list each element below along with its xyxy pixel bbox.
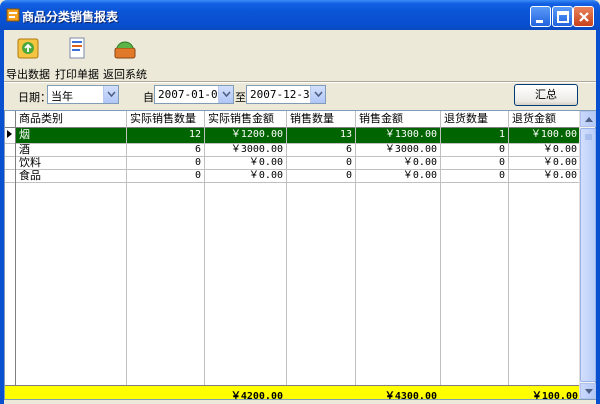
from-label: 自 bbox=[143, 91, 154, 104]
start-date-value: 2007-01-01 bbox=[158, 88, 225, 101]
period-value: 当年 bbox=[51, 90, 73, 103]
arrow-up-icon bbox=[585, 117, 593, 122]
print-label: 打印单据 bbox=[55, 68, 99, 81]
total-actual-amount: ￥4200.00 bbox=[230, 391, 283, 402]
close-button[interactable] bbox=[573, 6, 594, 27]
grip-icon bbox=[585, 134, 592, 140]
arrow-down-icon bbox=[585, 389, 593, 394]
return-system-button[interactable]: 返回系统 bbox=[103, 36, 147, 82]
window-title: 商品分类销售报表 bbox=[22, 10, 119, 24]
start-date-dropdown-button[interactable] bbox=[218, 86, 233, 103]
start-date-picker[interactable]: 2007-01-01 bbox=[154, 85, 234, 104]
scroll-thumb[interactable] bbox=[580, 128, 596, 382]
chevron-down-icon bbox=[107, 91, 116, 97]
print-document-button[interactable]: 打印单据 bbox=[54, 36, 100, 82]
window-frame-right bbox=[596, 30, 600, 404]
export-icon bbox=[17, 38, 39, 59]
minimize-icon bbox=[536, 20, 543, 23]
report-grid[interactable]: 商品类别 实际销售数量 实际销售金额 销售数量 销售金额 退货数量 退货金额 烟… bbox=[4, 110, 596, 402]
scroll-up-button[interactable] bbox=[580, 111, 596, 127]
print-icon bbox=[69, 37, 85, 59]
grid-lines bbox=[15, 111, 581, 385]
chevron-down-icon bbox=[314, 91, 323, 97]
toolbar-divider bbox=[4, 81, 596, 83]
vertical-scrollbar[interactable] bbox=[579, 111, 596, 399]
close-icon bbox=[579, 12, 589, 22]
toolbar: 导出数据 打印单据 返回系统 bbox=[4, 34, 596, 82]
export-label: 导出数据 bbox=[6, 68, 50, 81]
maximize-button[interactable] bbox=[552, 6, 573, 27]
end-date-dropdown-button[interactable] bbox=[310, 86, 325, 103]
end-date-picker[interactable]: 2007-12-31 bbox=[246, 85, 326, 104]
back-label: 返回系统 bbox=[103, 68, 147, 81]
back-icon bbox=[114, 41, 136, 59]
end-date-value: 2007-12-31 bbox=[250, 88, 317, 101]
period-dropdown-button[interactable] bbox=[103, 86, 118, 103]
export-data-button[interactable]: 导出数据 bbox=[6, 36, 50, 82]
period-select[interactable]: 当年 bbox=[47, 85, 119, 104]
app-icon bbox=[6, 8, 20, 22]
minimize-button[interactable] bbox=[530, 6, 551, 27]
total-return-amount: ￥100.00 bbox=[531, 391, 578, 402]
summary-button[interactable]: 汇总 bbox=[514, 84, 578, 106]
chevron-down-icon bbox=[222, 91, 231, 97]
totals-row: ￥4200.00 ￥4300.00 ￥100.00 bbox=[5, 385, 581, 402]
maximize-icon bbox=[557, 11, 569, 23]
filter-bar: 日期： 当年 自 2007-01-01 至 2007-12-31 汇总 bbox=[4, 84, 596, 108]
to-label: 至 bbox=[235, 91, 246, 104]
total-sales-amount: ￥4300.00 bbox=[384, 391, 437, 402]
scroll-down-button[interactable] bbox=[580, 383, 596, 399]
title-bar[interactable]: 商品分类销售报表 bbox=[0, 0, 600, 30]
